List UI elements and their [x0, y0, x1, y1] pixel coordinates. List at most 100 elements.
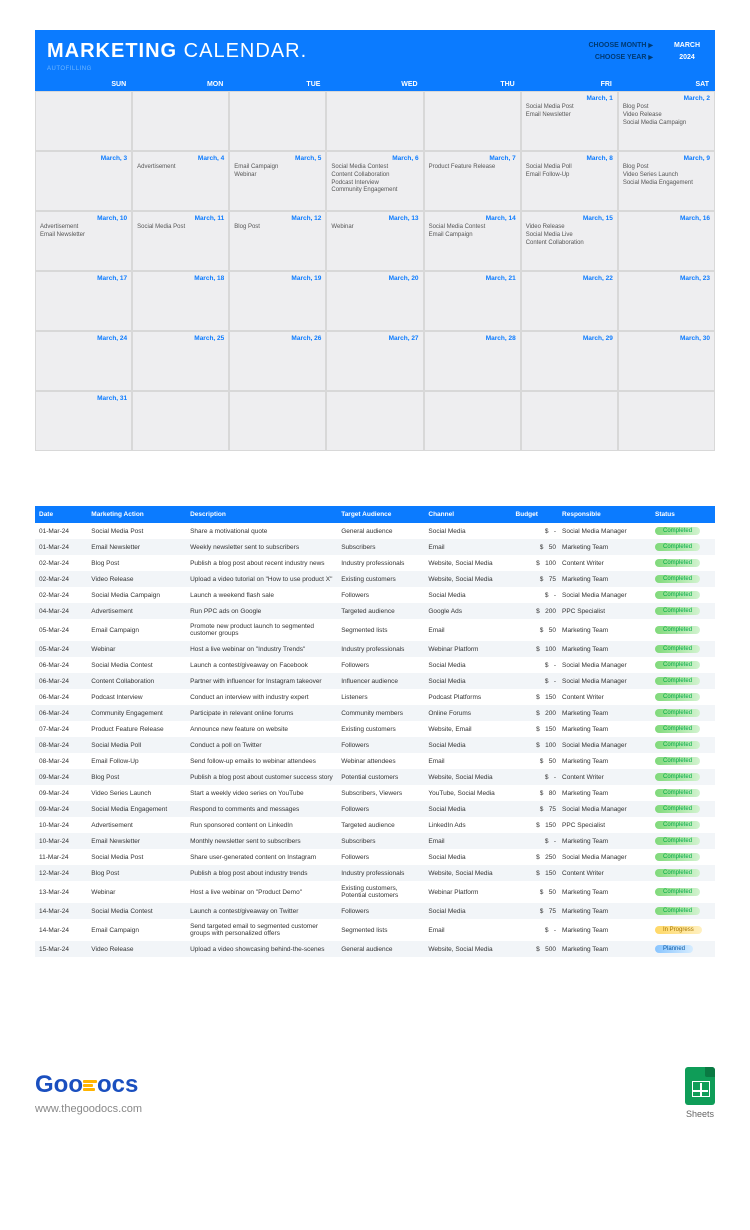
- calendar-cell[interactable]: [326, 91, 423, 151]
- table-cell: Subscribers, Viewers: [337, 785, 424, 801]
- calendar-cell[interactable]: March, 20: [326, 271, 423, 331]
- table-cell: Social Media Campaign: [87, 587, 186, 603]
- table-cell: Email: [424, 753, 511, 769]
- calendar-cell[interactable]: March, 5Email CampaignWebinar: [229, 151, 326, 211]
- calendar-cell[interactable]: [229, 391, 326, 451]
- table-cell: Existing customers, Potential customers: [337, 881, 424, 903]
- calendar-cell[interactable]: March, 18: [132, 271, 229, 331]
- table-cell: Video Series Launch: [87, 785, 186, 801]
- calendar-cell[interactable]: [229, 91, 326, 151]
- cell-event: Product Feature Release: [429, 164, 516, 172]
- table-cell: Social Media Contest: [87, 657, 186, 673]
- cell-date: March, 17: [40, 275, 127, 282]
- sheets-label: Sheets: [685, 1109, 715, 1119]
- table-cell: Social Media: [424, 903, 511, 919]
- calendar-cell[interactable]: March, 23: [618, 271, 715, 331]
- cell-date: March, 28: [429, 335, 516, 342]
- calendar-cell[interactable]: [35, 91, 132, 151]
- calendar-cell[interactable]: March, 15Video ReleaseSocial Media LiveC…: [521, 211, 618, 271]
- calendar-cell[interactable]: March, 25: [132, 331, 229, 391]
- calendar-cell[interactable]: March, 27: [326, 331, 423, 391]
- table-cell: Webinar: [87, 881, 186, 903]
- calendar-cell[interactable]: March, 6Social Media ContestContent Coll…: [326, 151, 423, 211]
- calendar-cell[interactable]: March, 12Blog Post: [229, 211, 326, 271]
- calendar-cell[interactable]: March, 3: [35, 151, 132, 211]
- month-value[interactable]: MARCH: [671, 40, 703, 51]
- table-cell: Social Media Manager: [558, 657, 651, 673]
- table-cell: Completed: [651, 673, 715, 689]
- calendar-cell[interactable]: [132, 391, 229, 451]
- table-cell: $ 75: [512, 801, 558, 817]
- calendar-cell[interactable]: [424, 391, 521, 451]
- year-value[interactable]: 2024: [671, 52, 703, 63]
- table-cell: Completed: [651, 571, 715, 587]
- table-cell: $ 200: [512, 603, 558, 619]
- table-cell: Social Media Manager: [558, 801, 651, 817]
- table-cell: 09-Mar-24: [35, 769, 87, 785]
- table-cell: Completed: [651, 657, 715, 673]
- calendar-cell[interactable]: March, 10AdvertisementEmail Newsletter: [35, 211, 132, 271]
- calendar-cell[interactable]: [618, 391, 715, 451]
- table-cell: $ 100: [512, 737, 558, 753]
- table-row: 14-Mar-24Social Media ContestLaunch a co…: [35, 903, 715, 919]
- table-cell: $ 150: [512, 689, 558, 705]
- table-cell: Share a motivational quote: [186, 523, 337, 539]
- calendar-cell[interactable]: March, 26: [229, 331, 326, 391]
- calendar-cell[interactable]: [424, 91, 521, 151]
- calendar-cell[interactable]: March, 9Blog PostVideo Series LaunchSoci…: [618, 151, 715, 211]
- cell-date: March, 26: [234, 335, 321, 342]
- calendar-cell[interactable]: March, 13Webinar: [326, 211, 423, 271]
- table-cell: Marketing Team: [558, 571, 651, 587]
- table-cell: Social Media Engagement: [87, 801, 186, 817]
- calendar-cell[interactable]: [132, 91, 229, 151]
- calendar-cell[interactable]: March, 1Social Media PostEmail Newslette…: [521, 91, 618, 151]
- day-header: MON: [132, 78, 229, 91]
- table-cell: Participate in relevant online forums: [186, 705, 337, 721]
- table-row: 04-Mar-24AdvertisementRun PPC ads on Goo…: [35, 603, 715, 619]
- calendar-cell[interactable]: March, 11Social Media Post: [132, 211, 229, 271]
- calendar-cell[interactable]: March, 17: [35, 271, 132, 331]
- table-cell: Blog Post: [87, 555, 186, 571]
- calendar-cell[interactable]: [326, 391, 423, 451]
- table-cell: Send targeted email to segmented custome…: [186, 919, 337, 941]
- autofilling-label: AUTOFILLING: [47, 66, 307, 72]
- table-cell: Followers: [337, 801, 424, 817]
- cell-event: Advertisement: [137, 164, 224, 172]
- table-cell: Marketing Team: [558, 641, 651, 657]
- table-cell: Content Writer: [558, 769, 651, 785]
- calendar-cell[interactable]: March, 29: [521, 331, 618, 391]
- table-cell: Subscribers: [337, 833, 424, 849]
- calendar-cell[interactable]: March, 31: [35, 391, 132, 451]
- status-badge: Completed: [655, 821, 700, 829]
- calendar-cell[interactable]: March, 30: [618, 331, 715, 391]
- calendar-cell[interactable]: March, 2Blog PostVideo ReleaseSocial Med…: [618, 91, 715, 151]
- table-header: Target Audience: [337, 506, 424, 523]
- table-cell: Completed: [651, 785, 715, 801]
- calendar-cell[interactable]: March, 19: [229, 271, 326, 331]
- table-cell: Marketing Team: [558, 721, 651, 737]
- table-cell: Online Forums: [424, 705, 511, 721]
- table-row: 07-Mar-24Product Feature ReleaseAnnounce…: [35, 721, 715, 737]
- status-badge: Completed: [655, 709, 700, 717]
- calendar-cell[interactable]: March, 14Social Media ContestEmail Campa…: [424, 211, 521, 271]
- cell-date: March, 23: [623, 275, 710, 282]
- table-cell: Advertisement: [87, 817, 186, 833]
- calendar-cell[interactable]: March, 28: [424, 331, 521, 391]
- calendar-cell[interactable]: March, 24: [35, 331, 132, 391]
- calendar-cell[interactable]: March, 16: [618, 211, 715, 271]
- calendar-cell[interactable]: March, 22: [521, 271, 618, 331]
- table-cell: Email: [424, 539, 511, 555]
- table-cell: Partner with influencer for Instagram ta…: [186, 673, 337, 689]
- table-cell: Video Release: [87, 571, 186, 587]
- calendar-cell[interactable]: March, 7Product Feature Release: [424, 151, 521, 211]
- table-cell: LinkedIn Ads: [424, 817, 511, 833]
- table-cell: Completed: [651, 539, 715, 555]
- calendar-cell[interactable]: [521, 391, 618, 451]
- cell-event: Social Media Engagement: [623, 180, 710, 188]
- calendar-cell[interactable]: March, 4Advertisement: [132, 151, 229, 211]
- calendar-cell[interactable]: March, 8Social Media PollEmail Follow-Up: [521, 151, 618, 211]
- table-cell: Followers: [337, 903, 424, 919]
- calendar-cell[interactable]: March, 21: [424, 271, 521, 331]
- cell-date: March, 8: [526, 155, 613, 162]
- table-cell: $ 250: [512, 849, 558, 865]
